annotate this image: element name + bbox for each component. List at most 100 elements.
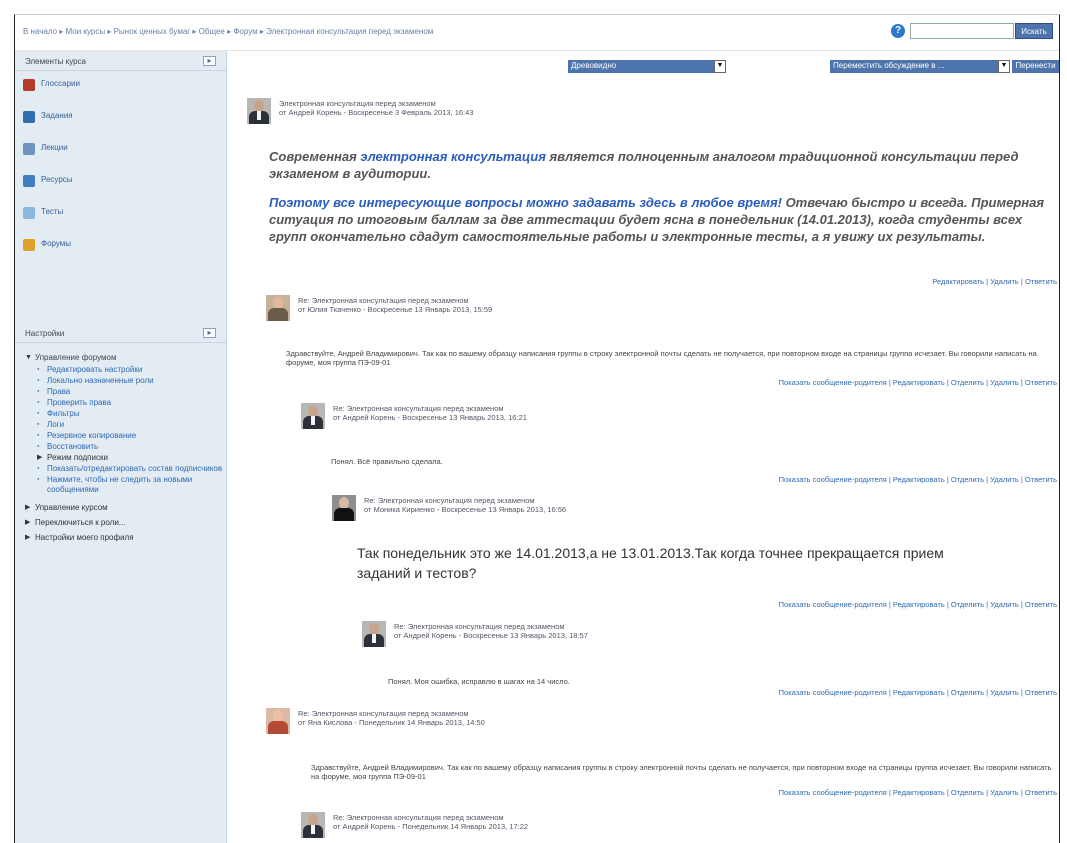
- move-button[interactable]: Перенести: [1012, 60, 1059, 73]
- settings-block: Настройки ▸ ▼ Управление форумом ▪ Редакти…: [15, 323, 226, 543]
- sidebar-item-resources[interactable]: Ресурсы: [15, 167, 226, 199]
- post-header: Re: Электронная консультация перед экзам…: [301, 403, 1056, 431]
- discussion-controls: Древовидно ▼ Переместить обсуждение в ...…: [228, 56, 1059, 76]
- block-dock-icon[interactable]: ▸: [203, 56, 216, 66]
- post-subject: Re: Электронная консультация перед экзам…: [298, 296, 469, 305]
- sidebar-item-assignments[interactable]: Задания: [15, 103, 226, 135]
- post-author[interactable]: от Андрей Корень - Понедельник 14 Январь…: [333, 822, 528, 831]
- search-button[interactable]: Искать: [1015, 23, 1053, 39]
- breadcrumb[interactable]: В начало ▸ Мои курсы ▸ Рынок ценных бума…: [23, 27, 433, 36]
- bullet-icon: ▪: [37, 432, 40, 439]
- bullet-icon: ▪: [37, 465, 40, 472]
- bullet-icon: ▪: [37, 366, 40, 373]
- course-elements-title: Элементы курса: [25, 57, 87, 66]
- post-author[interactable]: от Андрей Корень - Воскресенье 13 Январь…: [333, 413, 527, 422]
- post-author[interactable]: от Моника Кириенко - Воскресенье 13 Янва…: [364, 505, 566, 514]
- avatar[interactable]: [362, 621, 386, 647]
- post-author[interactable]: от Андрей Корень - Воскресенье 13 Январь…: [394, 631, 588, 640]
- post-actions[interactable]: Показать сообщение-родителя | Редактиров…: [779, 378, 1057, 387]
- forum-post: Re: Электронная консультация перед экзам…: [301, 812, 1056, 840]
- resource-icon: [23, 175, 35, 187]
- sidebar-item-lectures[interactable]: Лекции: [15, 135, 226, 167]
- tree-forum-admin[interactable]: ▼ Управление форумом: [25, 353, 226, 363]
- display-mode-select[interactable]: Древовидно ▼: [568, 60, 726, 73]
- tree-switch-role[interactable]: ▶ Переключиться к роли...: [25, 518, 226, 528]
- bullet-icon: ▪: [37, 476, 40, 483]
- post-actions[interactable]: Показать сообщение-родителя | Редактиров…: [779, 688, 1057, 697]
- forum-icon: [23, 239, 35, 251]
- bullet-icon: ▪: [37, 421, 40, 428]
- forum-post: Re: Электронная консультация перед экзам…: [362, 621, 1056, 649]
- search-input[interactable]: [910, 23, 1014, 39]
- post-actions[interactable]: Показать сообщение-родителя | Редактиров…: [779, 600, 1057, 609]
- post-actions[interactable]: Показать сообщение-родителя | Редактиров…: [779, 788, 1057, 797]
- post-author[interactable]: от Яна Кислова - Понедельник 14 Январь 2…: [298, 718, 485, 727]
- tree-course-admin[interactable]: ▶ Управление курсом: [25, 503, 226, 513]
- avatar[interactable]: [247, 98, 271, 124]
- tree-link[interactable]: ▪ Проверить права: [37, 398, 226, 408]
- forum-discussion: Древовидно ▼ Переместить обсуждение в ...…: [228, 51, 1059, 843]
- forum-post: Электронная консультация перед экзаменом…: [247, 98, 1057, 126]
- post-subject: Re: Электронная консультация перед экзам…: [364, 496, 535, 505]
- tree-link[interactable]: ▪ Показать/отредактировать состав подписч…: [37, 464, 226, 474]
- tree-link[interactable]: ▪ Восстановить: [37, 442, 226, 452]
- forum-admin-links: ▪ Редактировать настройки ▪ Локально назна…: [25, 365, 226, 495]
- sidebar-item-glossary[interactable]: Глоссарии: [15, 71, 226, 103]
- tree-link[interactable]: ▪ Нажмите, чтобы не следить за новыми соо…: [37, 475, 226, 495]
- tree-profile-settings[interactable]: ▶ Настройки моего профиля: [25, 533, 226, 543]
- avatar[interactable]: [332, 495, 356, 521]
- sidebar-item-tests[interactable]: Тесты: [15, 199, 226, 231]
- post-author[interactable]: от Юлия Ткаченко - Воскресенье 13 Январь…: [298, 305, 492, 314]
- bullet-icon: ▪: [37, 388, 40, 395]
- post-meta: Re: Электронная консультация перед экзам…: [364, 496, 566, 514]
- block-dock-icon[interactable]: ▸: [203, 328, 216, 338]
- post-content: Так понедельник это же 14.01.2013,а не 1…: [357, 545, 944, 581]
- bullet-icon: ▪: [37, 443, 40, 450]
- settings-header: Настройки ▸: [15, 323, 226, 343]
- tree-subscription-mode[interactable]: ▶ Режим подписки: [37, 453, 226, 463]
- tree-link[interactable]: ▪ Права: [37, 387, 226, 397]
- post-content: Здравствуйте, Андрей Владимирович. Так к…: [311, 763, 1052, 781]
- intro-link[interactable]: электронная консультация: [360, 149, 546, 164]
- post-header: Re: Электронная консультация перед экзам…: [266, 708, 1056, 736]
- sidebar-item-forums[interactable]: Форумы: [15, 231, 226, 263]
- post-actions[interactable]: Показать сообщение-родителя | Редактиров…: [779, 475, 1057, 484]
- tree-link[interactable]: ▪ Редактировать настройки: [37, 365, 226, 375]
- tree-link[interactable]: ▪ Резервное копирование: [37, 431, 226, 441]
- browser-frame: В начало ▸ Мои курсы ▸ Рынок ценных бума…: [14, 14, 1060, 843]
- forum-post: Re: Электронная консультация перед экзам…: [266, 708, 1056, 736]
- settings-tree: ▼ Управление форумом ▪ Редактировать настр…: [15, 343, 226, 543]
- tree-link[interactable]: ▪ Логи: [37, 420, 226, 430]
- intro-highlight: Поэтому все интересующие вопросы можно з…: [269, 195, 782, 210]
- avatar[interactable]: [301, 812, 325, 838]
- caret-right-icon: ▶: [25, 534, 31, 541]
- post-meta: Электронная консультация перед экзаменом…: [279, 99, 473, 117]
- forum-post: Re: Электронная консультация перед экзам…: [301, 403, 1056, 431]
- course-elements-list: Глоссарии Задания Лекции Ресурсы Тесты Ф…: [15, 71, 226, 263]
- assignment-icon: [23, 111, 35, 123]
- tree-link[interactable]: ▪ Фильтры: [37, 409, 226, 419]
- post-subject: Re: Электронная консультация перед экзам…: [333, 813, 504, 822]
- post-header: Re: Электронная консультация перед экзам…: [301, 812, 1056, 840]
- avatar[interactable]: [266, 708, 290, 734]
- course-elements-header: Элементы курса ▸: [15, 51, 226, 71]
- bullet-icon: ▪: [37, 410, 40, 417]
- avatar[interactable]: [266, 295, 290, 321]
- forum-post: Re: Электронная консультация перед экзам…: [266, 295, 1056, 323]
- top-bar: В начало ▸ Мои курсы ▸ Рынок ценных бума…: [15, 15, 1059, 51]
- post-subject: Re: Электронная консультация перед экзам…: [394, 622, 565, 631]
- post-actions[interactable]: Редактировать | Удалить | Ответить: [932, 277, 1057, 286]
- post-meta: Re: Электронная консультация перед экзам…: [333, 404, 527, 422]
- tree-link[interactable]: ▪ Локально назначенные роли: [37, 376, 226, 386]
- move-discussion-select[interactable]: Переместить обсуждение в ... ▼: [830, 60, 1010, 73]
- bullet-icon: ▪: [37, 399, 40, 406]
- post-header: Re: Электронная консультация перед экзам…: [332, 495, 1056, 523]
- bullet-icon: ▪: [37, 377, 40, 384]
- quiz-icon: [23, 207, 35, 219]
- avatar[interactable]: [301, 403, 325, 429]
- caret-right-icon: ▶: [37, 454, 43, 461]
- post-meta: Re: Электронная консультация перед экзам…: [298, 296, 492, 314]
- caret-down-icon: ▼: [25, 354, 32, 361]
- post-author[interactable]: от Андрей Корень - Воскресенье 3 Февраль…: [279, 108, 473, 117]
- help-icon[interactable]: ?: [891, 24, 905, 38]
